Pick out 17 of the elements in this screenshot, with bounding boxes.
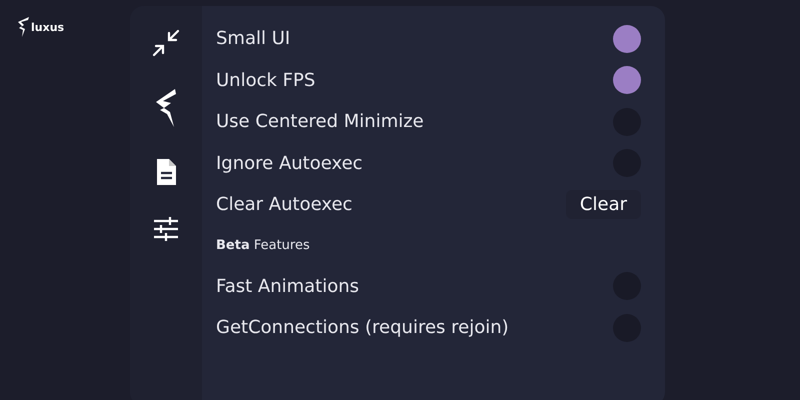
sliders-icon[interactable] [153, 216, 179, 242]
document-icon[interactable] [155, 158, 177, 186]
setting-label: Clear Autoexec [216, 194, 352, 216]
setting-label: Fast Animations [216, 276, 360, 297]
logo-icon[interactable] [154, 88, 178, 128]
toggle-switch[interactable] [613, 66, 641, 94]
setting-label: Small UI [216, 28, 290, 50]
logo-text: luxus [31, 20, 64, 34]
section-heading: Beta Features [216, 238, 310, 253]
setting-label: Use Centered Minimize [216, 111, 424, 132]
logo-icon [16, 16, 30, 38]
setting-label: Unlock FPS [216, 70, 316, 91]
setting-label: Ignore Autoexec [216, 152, 363, 174]
clear-button[interactable]: Clear [566, 190, 641, 220]
toggle-switch[interactable] [613, 24, 641, 53]
compress-icon[interactable] [151, 28, 181, 58]
setting-label: GetConnections (requires rejoin) [216, 317, 509, 338]
